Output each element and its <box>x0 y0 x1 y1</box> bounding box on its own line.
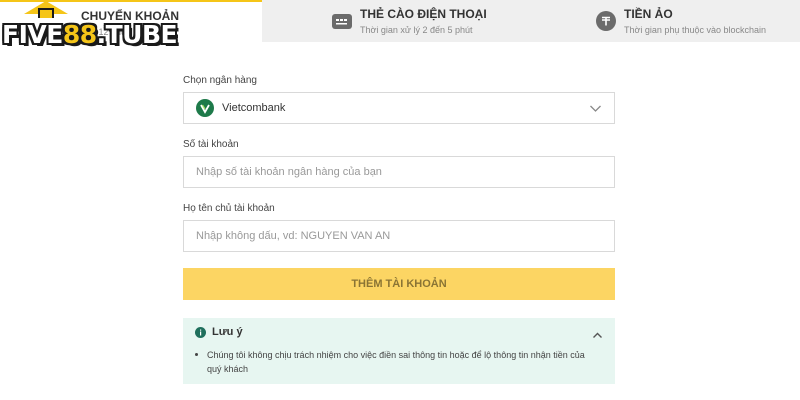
tab-phone-card-title: THẺ CÀO ĐIỆN THOẠI <box>360 6 487 21</box>
account-number-label: Số tài khoản <box>183 139 239 150</box>
info-icon <box>195 326 206 338</box>
account-holder-field-box <box>183 220 615 252</box>
account-holder-input[interactable] <box>196 230 614 242</box>
note-text: Chúng tôi không chịu trách nhiệm cho việ… <box>207 350 585 374</box>
note-panel: Lưu ý Chúng tôi không chịu trách nhiệm c… <box>183 318 615 384</box>
chevron-down-icon <box>589 102 602 120</box>
tab-phone-card[interactable]: THẺ CÀO ĐIỆN THOẠI Thời gian xử lý 2 đến… <box>262 0 532 42</box>
logo-text-tube: .TUBE <box>96 19 178 49</box>
account-holder-label: Họ tên chủ tài khoản <box>183 203 275 214</box>
note-title: Lưu ý <box>212 326 243 338</box>
tab-crypto[interactable]: TIỀN ẢO Thời gian phụ thuộc vào blockcha… <box>532 0 800 42</box>
tab-phone-card-text: THẺ CÀO ĐIỆN THOẠI Thời gian xử lý 2 đến… <box>360 7 487 36</box>
phone-card-icon <box>332 13 352 29</box>
account-number-field-box <box>183 156 615 188</box>
site-logo: FIVE 88 .TUBE <box>2 1 178 54</box>
add-account-button[interactable]: THÊM TÀI KHOẢN <box>183 268 615 300</box>
bank-select-label: Chọn ngân hàng <box>183 75 257 86</box>
logo-house-shape <box>38 8 54 18</box>
bank-select[interactable]: Vietcombank <box>183 92 615 124</box>
account-number-input[interactable] <box>196 166 614 178</box>
tab-crypto-title: TIỀN ẢO <box>624 6 673 21</box>
tab-phone-card-subtitle: Thời gian xử lý 2 đến 5 phút <box>360 24 473 35</box>
bullet-icon <box>195 353 198 356</box>
logo-text-88: 88 <box>62 19 97 49</box>
note-header: Lưu ý <box>195 326 243 338</box>
logo-text-five: FIVE <box>2 19 63 49</box>
vietcombank-logo-icon <box>196 99 214 117</box>
bank-select-value: Vietcombank <box>222 102 286 114</box>
tab-crypto-subtitle: Thời gian phụ thuộc vào blockchain <box>624 24 766 35</box>
crypto-icon <box>596 11 616 31</box>
note-item: Chúng tôi không chịu trách nhiệm cho việ… <box>195 348 595 376</box>
tab-crypto-text: TIỀN ẢO Thời gian phụ thuộc vào blockcha… <box>624 7 766 36</box>
chevron-up-icon[interactable] <box>592 328 603 346</box>
